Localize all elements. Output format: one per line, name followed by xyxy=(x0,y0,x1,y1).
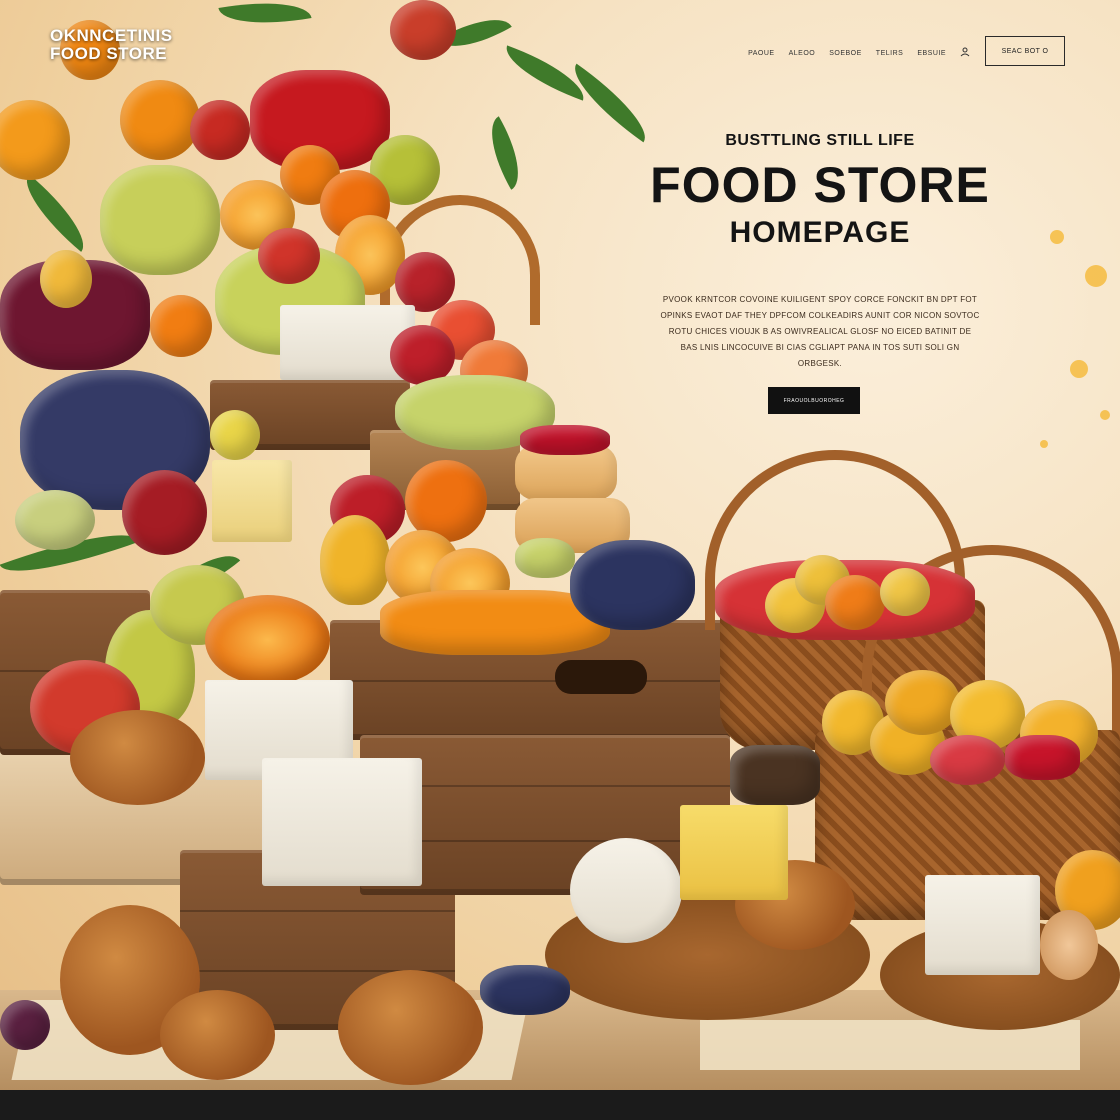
store-logo[interactable]: OKNNCETINIS FOOD STORE xyxy=(50,27,173,63)
apple xyxy=(390,0,456,60)
nav-item-1[interactable]: PAOUE xyxy=(748,50,775,57)
pastry xyxy=(70,710,205,805)
hero-title: FOOD STORE xyxy=(650,157,990,213)
hero-description: PVOOK KRNTCOR COVOINE KUILIGENT SPOY COR… xyxy=(660,295,980,368)
apple xyxy=(190,100,250,160)
hero-eyebrow: BUSTTLING STILL LIFE xyxy=(725,132,915,149)
nav-item-3[interactable]: SOEBOE xyxy=(829,50,862,57)
apple xyxy=(122,470,207,555)
apple xyxy=(258,228,320,284)
nav-item-5[interactable]: EBSUIE xyxy=(917,50,946,57)
sparkle xyxy=(1040,440,1048,448)
brie-cheese xyxy=(925,875,1040,975)
crate-handle-slot xyxy=(555,660,647,694)
blueberries xyxy=(480,965,570,1015)
pastry xyxy=(338,970,483,1085)
logo-line-2: FOOD STORE xyxy=(50,44,168,63)
brie-cheese xyxy=(570,838,682,943)
pastry xyxy=(1040,910,1098,980)
jam-jar xyxy=(730,745,820,805)
user-icon[interactable] xyxy=(960,47,970,60)
apple xyxy=(40,250,92,308)
green-grapes xyxy=(100,165,220,275)
nav-item-4[interactable]: TELIRS xyxy=(876,50,904,57)
orange xyxy=(825,575,885,630)
sparkle xyxy=(1100,410,1110,420)
cheese-block xyxy=(212,460,292,542)
berries xyxy=(1005,735,1080,780)
footer-bar xyxy=(0,1090,1120,1120)
kiwi xyxy=(15,490,95,550)
hero-subtitle: HOMEPAGE xyxy=(729,216,911,249)
orange xyxy=(150,295,212,357)
apple xyxy=(930,735,1005,785)
plum xyxy=(0,1000,50,1050)
orange xyxy=(120,80,200,160)
cheddar-cheese xyxy=(680,805,788,900)
hero-text: BUSTTLING STILL LIFE FOOD STORE HOMEPAGE… xyxy=(560,132,1080,372)
pear xyxy=(320,515,390,605)
yellow-apple xyxy=(880,568,930,616)
green-grapes xyxy=(515,538,575,578)
logo-line-1: OKNNCETINIS xyxy=(50,26,173,45)
sparkle xyxy=(1085,265,1107,287)
nav-item-2[interactable]: ALEOO xyxy=(789,50,816,57)
berries xyxy=(520,425,610,455)
blue-grapes xyxy=(570,540,695,630)
main-nav: PAOUE ALEOO SOEBOE TELIRS EBSUIE xyxy=(748,47,970,60)
header-action-button[interactable]: SEAC BOT O xyxy=(985,36,1065,66)
blue-cheese xyxy=(262,758,422,886)
lemon xyxy=(210,410,260,460)
hero-cta-button[interactable]: FRAOUOLBUOROHEG xyxy=(768,387,860,414)
yellow-apple xyxy=(885,670,960,735)
pastry xyxy=(160,990,275,1080)
orange-half xyxy=(205,595,330,685)
